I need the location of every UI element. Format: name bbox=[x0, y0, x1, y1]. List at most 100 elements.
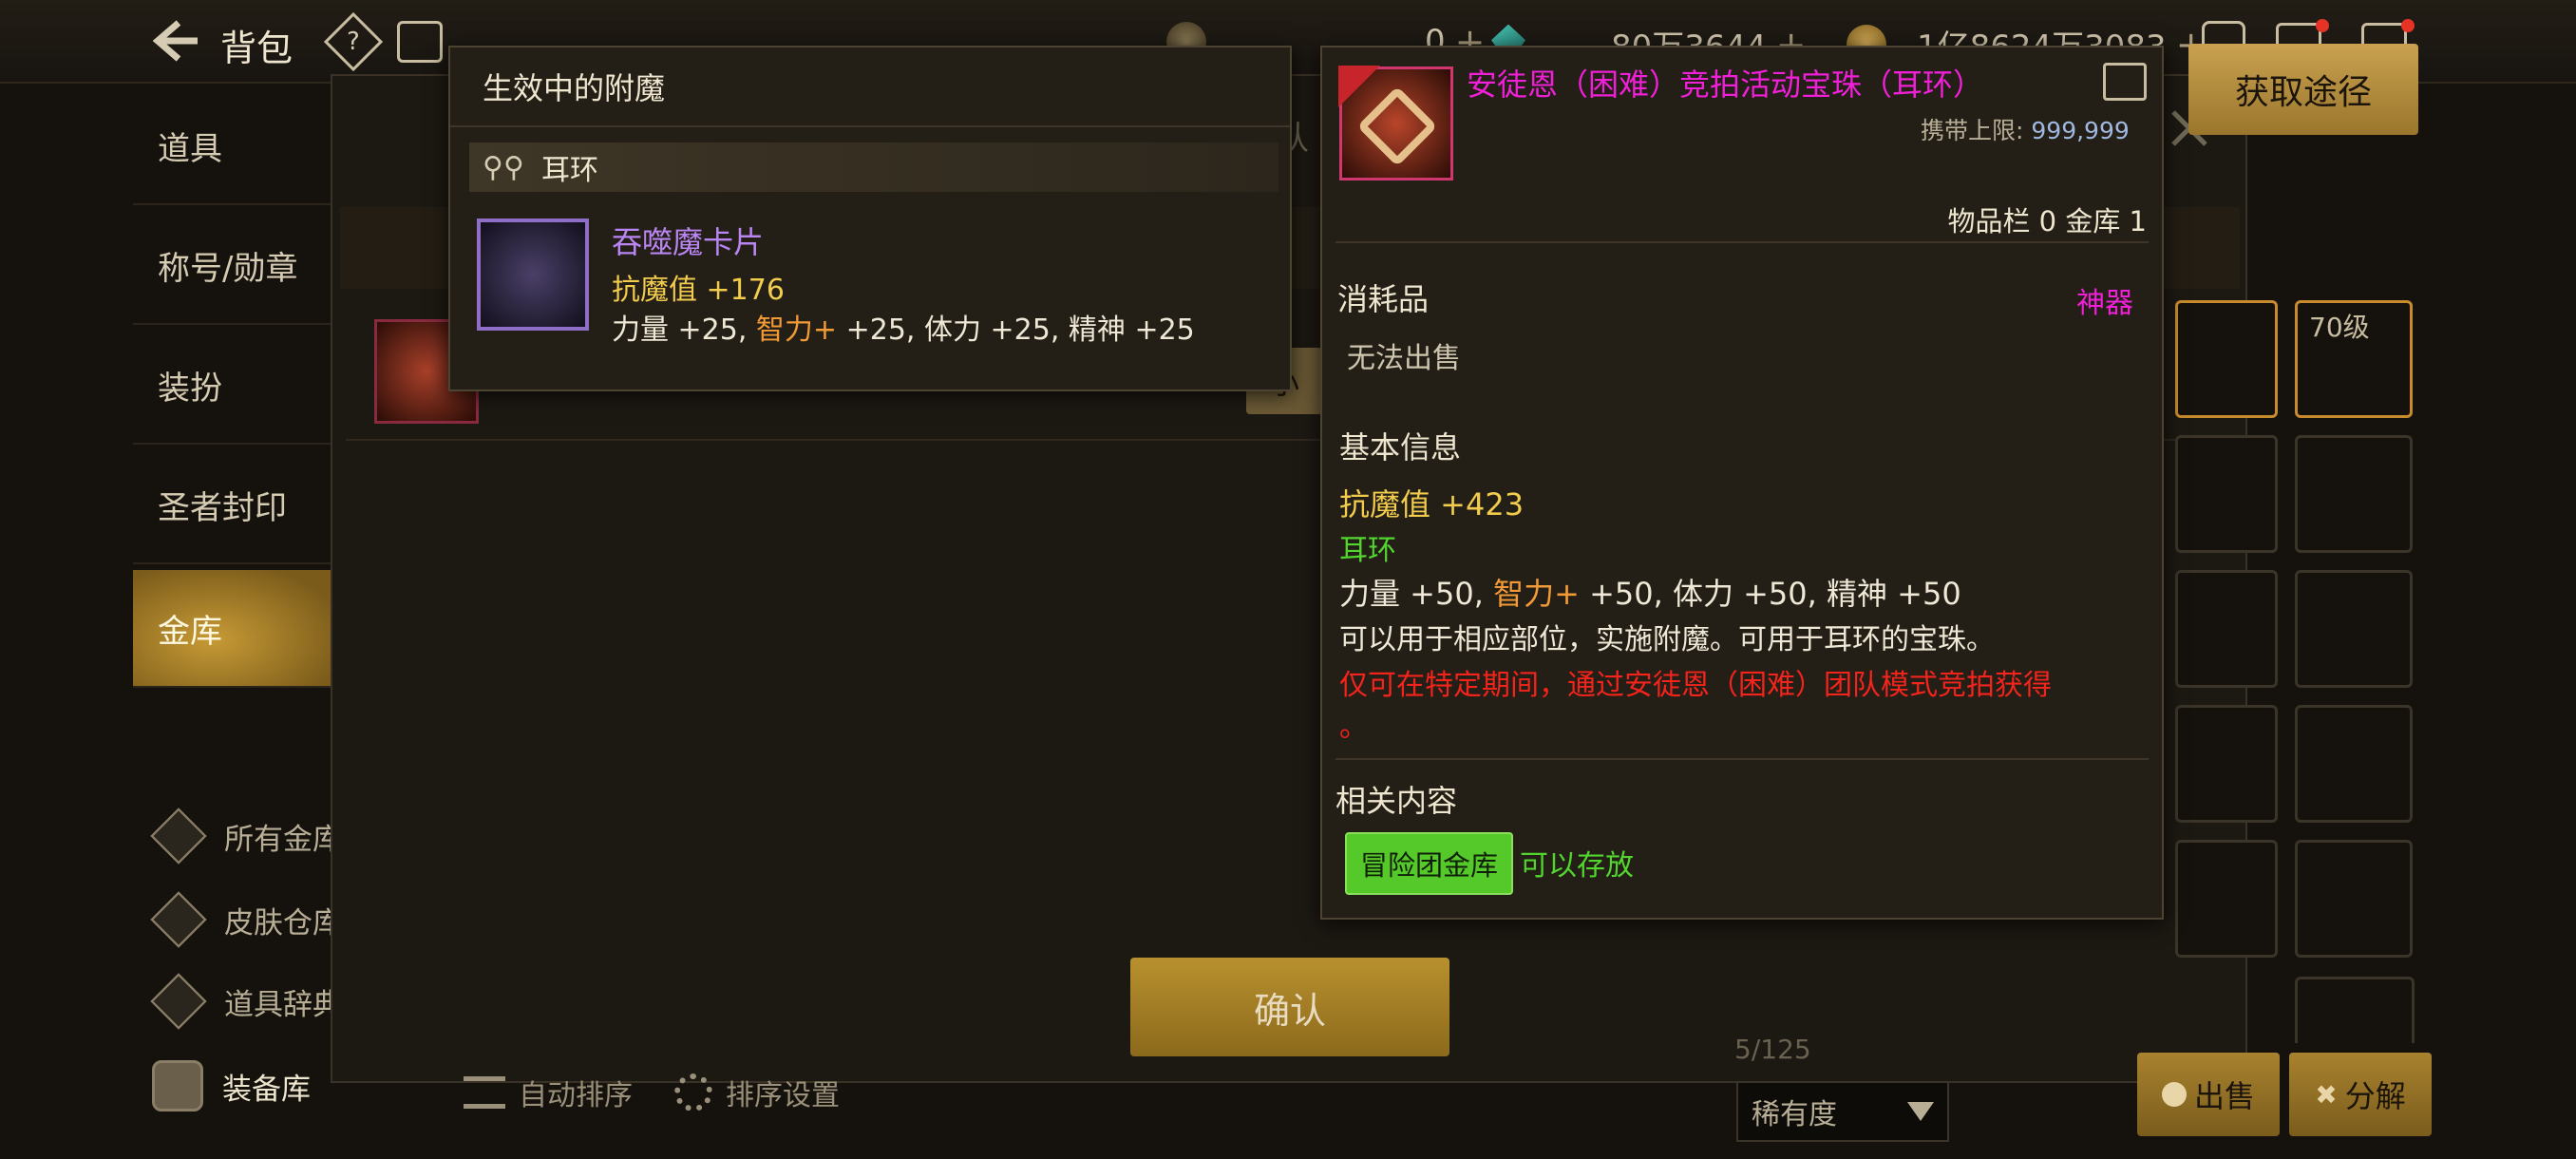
basic-info-title: 基本信息 bbox=[1339, 429, 1462, 466]
sort-settings-label: 排序设置 bbox=[726, 1079, 840, 1112]
vault-icon bbox=[150, 808, 207, 864]
tab-items-label: 道具 bbox=[158, 129, 222, 168]
level-slot[interactable]: 70级 bbox=[2295, 300, 2413, 418]
enchant-slot-label: 耳环 bbox=[540, 154, 598, 187]
item-slot: 耳环 bbox=[1339, 534, 1396, 567]
enchant-slot-row: ⚲⚲ 耳环 bbox=[469, 142, 1279, 192]
menu-badge bbox=[2401, 19, 2415, 32]
orb-icon bbox=[1338, 66, 1453, 180]
sort-settings-button[interactable]: 排序设置 bbox=[674, 1072, 840, 1113]
hammer-icon: ✖ bbox=[2315, 1078, 2338, 1111]
back-arrow-icon[interactable] bbox=[150, 19, 201, 63]
subnav-all-vaults-label: 所有金库 bbox=[224, 822, 342, 857]
item-rarity: 神器 bbox=[2076, 287, 2133, 320]
item-name: 安徒恩（困难）竞拍活动宝珠（耳环） bbox=[1467, 66, 1984, 103]
confirm-button[interactable]: 确认 bbox=[1130, 958, 1449, 1056]
inventory-slot[interactable] bbox=[2295, 840, 2413, 958]
item-magic-resist: 抗魔值 +423 bbox=[1339, 486, 1525, 522]
tab-holy-seal-label: 圣者封印 bbox=[158, 488, 287, 527]
subnav-equipment-storage-label: 装备库 bbox=[222, 1072, 311, 1107]
auto-sort-button[interactable]: 自动排序 bbox=[464, 1072, 633, 1113]
item-stat-int-value: +50 bbox=[1579, 576, 1654, 612]
item-category: 消耗品 bbox=[1337, 281, 1430, 317]
help-icon[interactable]: ? bbox=[323, 11, 384, 72]
book-icon bbox=[150, 973, 207, 1030]
chevron-down-icon bbox=[1907, 1102, 1934, 1121]
disassemble-button[interactable]: ✖ 分解 bbox=[2289, 1053, 2432, 1136]
subnav-all-vaults[interactable]: 所有金库 bbox=[150, 808, 342, 864]
carry-limit-value: 999,999 bbox=[2031, 117, 2130, 144]
card-stat-int-value: +25 bbox=[837, 314, 906, 347]
inventory-slot[interactable] bbox=[2175, 570, 2278, 688]
item-stats: 力量 +50, 智力+ +50, 体力 +50, 精神 +50 bbox=[1339, 576, 1961, 612]
tab-avatar[interactable]: 装扮 bbox=[133, 327, 332, 445]
sort-icon bbox=[464, 1076, 505, 1109]
divider bbox=[1335, 241, 2149, 243]
inventory-slot[interactable] bbox=[2295, 570, 2413, 688]
auto-sort-label: 自动排序 bbox=[519, 1079, 633, 1112]
tab-titles-label: 称号/勋章 bbox=[158, 249, 298, 288]
card-stat-str: 力量 +25, bbox=[612, 314, 756, 347]
enchant-panel-title: 生效中的附魔 bbox=[450, 48, 1290, 127]
tab-holy-seal[interactable]: 圣者封印 bbox=[133, 446, 332, 564]
subnav-item-dictionary[interactable]: 道具辞典 bbox=[150, 973, 342, 1030]
coins-icon bbox=[2161, 1082, 2187, 1107]
carry-limit-label: 携带上限: bbox=[1921, 117, 2024, 144]
item-stat-str: 力量 +50, bbox=[1339, 576, 1494, 612]
tab-titles[interactable]: 称号/勋章 bbox=[133, 207, 332, 325]
subnav-item-dictionary-label: 道具辞典 bbox=[224, 987, 342, 1022]
tab-vault[interactable]: 金库 bbox=[133, 570, 332, 688]
tab-items[interactable]: 道具 bbox=[133, 87, 332, 205]
inventory-slot[interactable] bbox=[2295, 435, 2413, 553]
item-stat-int-label: 智力 bbox=[1493, 576, 1555, 612]
inventory-slot[interactable] bbox=[2175, 840, 2278, 958]
subnav-equipment-storage[interactable]: 装备库 bbox=[152, 1060, 311, 1112]
card-stats: 力量 +25, 智力+ +25, 体力 +25, 精神 +25 bbox=[612, 314, 1195, 347]
card-stat-int-label: 智力 bbox=[755, 314, 813, 347]
disassemble-button-label: 分解 bbox=[2344, 1078, 2406, 1114]
storable-status: 可以存放 bbox=[1520, 849, 1634, 883]
rarity-dropdown-value: 稀有度 bbox=[1752, 1098, 1837, 1131]
subnav-skin-storage-label: 皮肤仓库 bbox=[224, 905, 342, 940]
active-enchant-panel: 生效中的附魔 ⚲⚲ 耳环 吞噬魔卡片 抗魔值 +176 力量 +25, 智力+ … bbox=[448, 46, 1292, 391]
confirm-button-label: 确认 bbox=[1253, 989, 1326, 1032]
level-badge: 70级 bbox=[2309, 312, 2370, 343]
earring-icon: ⚲⚲ bbox=[483, 150, 524, 184]
get-route-button-label: 获取途径 bbox=[2234, 73, 2372, 112]
tab-vault-label: 金库 bbox=[158, 612, 222, 651]
rarity-dropdown[interactable]: 稀有度 bbox=[1736, 1081, 1949, 1142]
sell-button[interactable]: 出售 bbox=[2137, 1053, 2280, 1136]
inventory-slot[interactable] bbox=[2175, 435, 2278, 553]
adventure-vault-tag[interactable]: 冒险团金库 bbox=[1345, 832, 1514, 895]
inventory-count: 物品栏 0 金库 1 bbox=[1947, 205, 2147, 238]
get-route-button[interactable]: 获取途径 bbox=[2188, 44, 2418, 135]
mail-badge bbox=[2316, 19, 2329, 32]
inventory-slot[interactable] bbox=[2295, 977, 2415, 1043]
item-obtain-note: 仅可在特定期间，通过安徒恩（困难）团队模式竞拍获得 bbox=[1339, 669, 2052, 702]
share-icon[interactable] bbox=[2103, 63, 2147, 101]
card-stat-rest: , 体力 +25, 精神 +25 bbox=[905, 314, 1195, 347]
sell-button-label: 出售 bbox=[2193, 1078, 2255, 1114]
armor-icon bbox=[152, 1060, 203, 1112]
related-content-title: 相关内容 bbox=[1335, 783, 1458, 819]
item-stat-rest: , 体力 +50, 精神 +50 bbox=[1653, 576, 1961, 612]
card-icon bbox=[477, 218, 589, 331]
card-name: 吞噬魔卡片 bbox=[612, 224, 765, 260]
subnav-skin-storage[interactable]: 皮肤仓库 bbox=[150, 891, 342, 948]
page-title: 背包 bbox=[220, 28, 294, 69]
item-detail-panel: 安徒恩（困难）竞拍活动宝珠（耳环） 携带上限: 999,999 物品栏 0 金库… bbox=[1320, 46, 2164, 920]
card-magic-resist: 抗魔值 +176 bbox=[612, 274, 785, 307]
inventory-slot[interactable] bbox=[2175, 300, 2278, 418]
cannot-sell-label: 无法出售 bbox=[1347, 342, 1461, 375]
calendar-icon[interactable] bbox=[397, 21, 443, 63]
gear-icon bbox=[674, 1074, 712, 1112]
storage-count: 5/125 bbox=[1734, 1034, 1811, 1065]
tab-avatar-label: 装扮 bbox=[158, 369, 222, 408]
divider bbox=[1335, 758, 2149, 760]
brush-icon bbox=[150, 891, 207, 948]
item-description: 可以用于相应部位，实施附魔。可用于耳环的宝珠。 bbox=[1339, 623, 1995, 656]
inventory-slot[interactable] bbox=[2175, 705, 2278, 823]
inventory-slot[interactable] bbox=[2295, 705, 2413, 823]
carry-limit: 携带上限: 999,999 bbox=[1921, 112, 2130, 146]
item-obtain-note-end: 。 bbox=[1339, 711, 1368, 744]
